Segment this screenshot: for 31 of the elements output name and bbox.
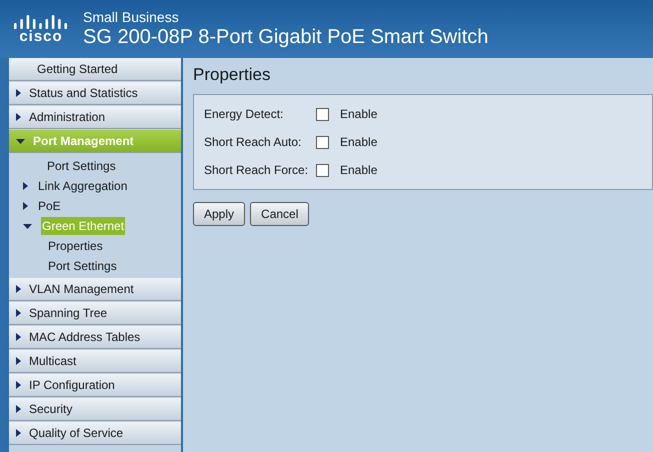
action-button[interactable]: Apply <box>193 202 246 226</box>
checkbox[interactable] <box>316 164 329 176</box>
nav-subitem[interactable]: PoE <box>37 197 62 215</box>
nav-item[interactable]: MAC Address Tables <box>9 326 181 349</box>
nav-subitem[interactable]: Port Settings <box>46 157 117 175</box>
field-label: Short Reach Auto: <box>204 134 302 151</box>
product-line: Small Business <box>83 9 180 25</box>
nav-item[interactable]: Spanning Tree <box>9 302 181 325</box>
nav-item[interactable]: IP Configuration <box>9 374 181 397</box>
checkbox[interactable] <box>316 108 329 120</box>
nav-subitem[interactable]: Properties <box>47 237 104 255</box>
logo-text: cisco <box>19 29 63 45</box>
nav-item[interactable]: Status and Statistics <box>9 82 181 105</box>
checkbox[interactable] <box>316 136 329 148</box>
logo-bars-icon <box>13 13 69 29</box>
field-label: Energy Detect: <box>204 106 284 123</box>
field-label: Short Reach Force: <box>204 162 310 179</box>
nav-subitem[interactable]: Port Settings <box>47 257 118 275</box>
nav-item[interactable]: Security <box>9 398 181 421</box>
checkbox-label: Enable <box>340 106 378 123</box>
checkbox-label: Enable <box>340 134 378 151</box>
nav-item[interactable]: Quality of Service <box>9 422 181 445</box>
nav-item[interactable]: Administration <box>9 106 181 129</box>
checkbox-label: Enable <box>340 162 378 179</box>
page-title: Properties <box>193 64 272 86</box>
action-button[interactable]: Cancel <box>250 202 310 226</box>
nav-item[interactable]: Multicast <box>9 350 181 373</box>
product-title: SG 200-08P 8-Port Gigabit PoE Smart Switch <box>83 25 488 49</box>
nav-item[interactable]: Getting Started <box>9 58 181 81</box>
nav-subitem[interactable]: Link Aggregation <box>37 177 128 195</box>
nav-item[interactable]: VLAN Management <box>9 278 181 301</box>
